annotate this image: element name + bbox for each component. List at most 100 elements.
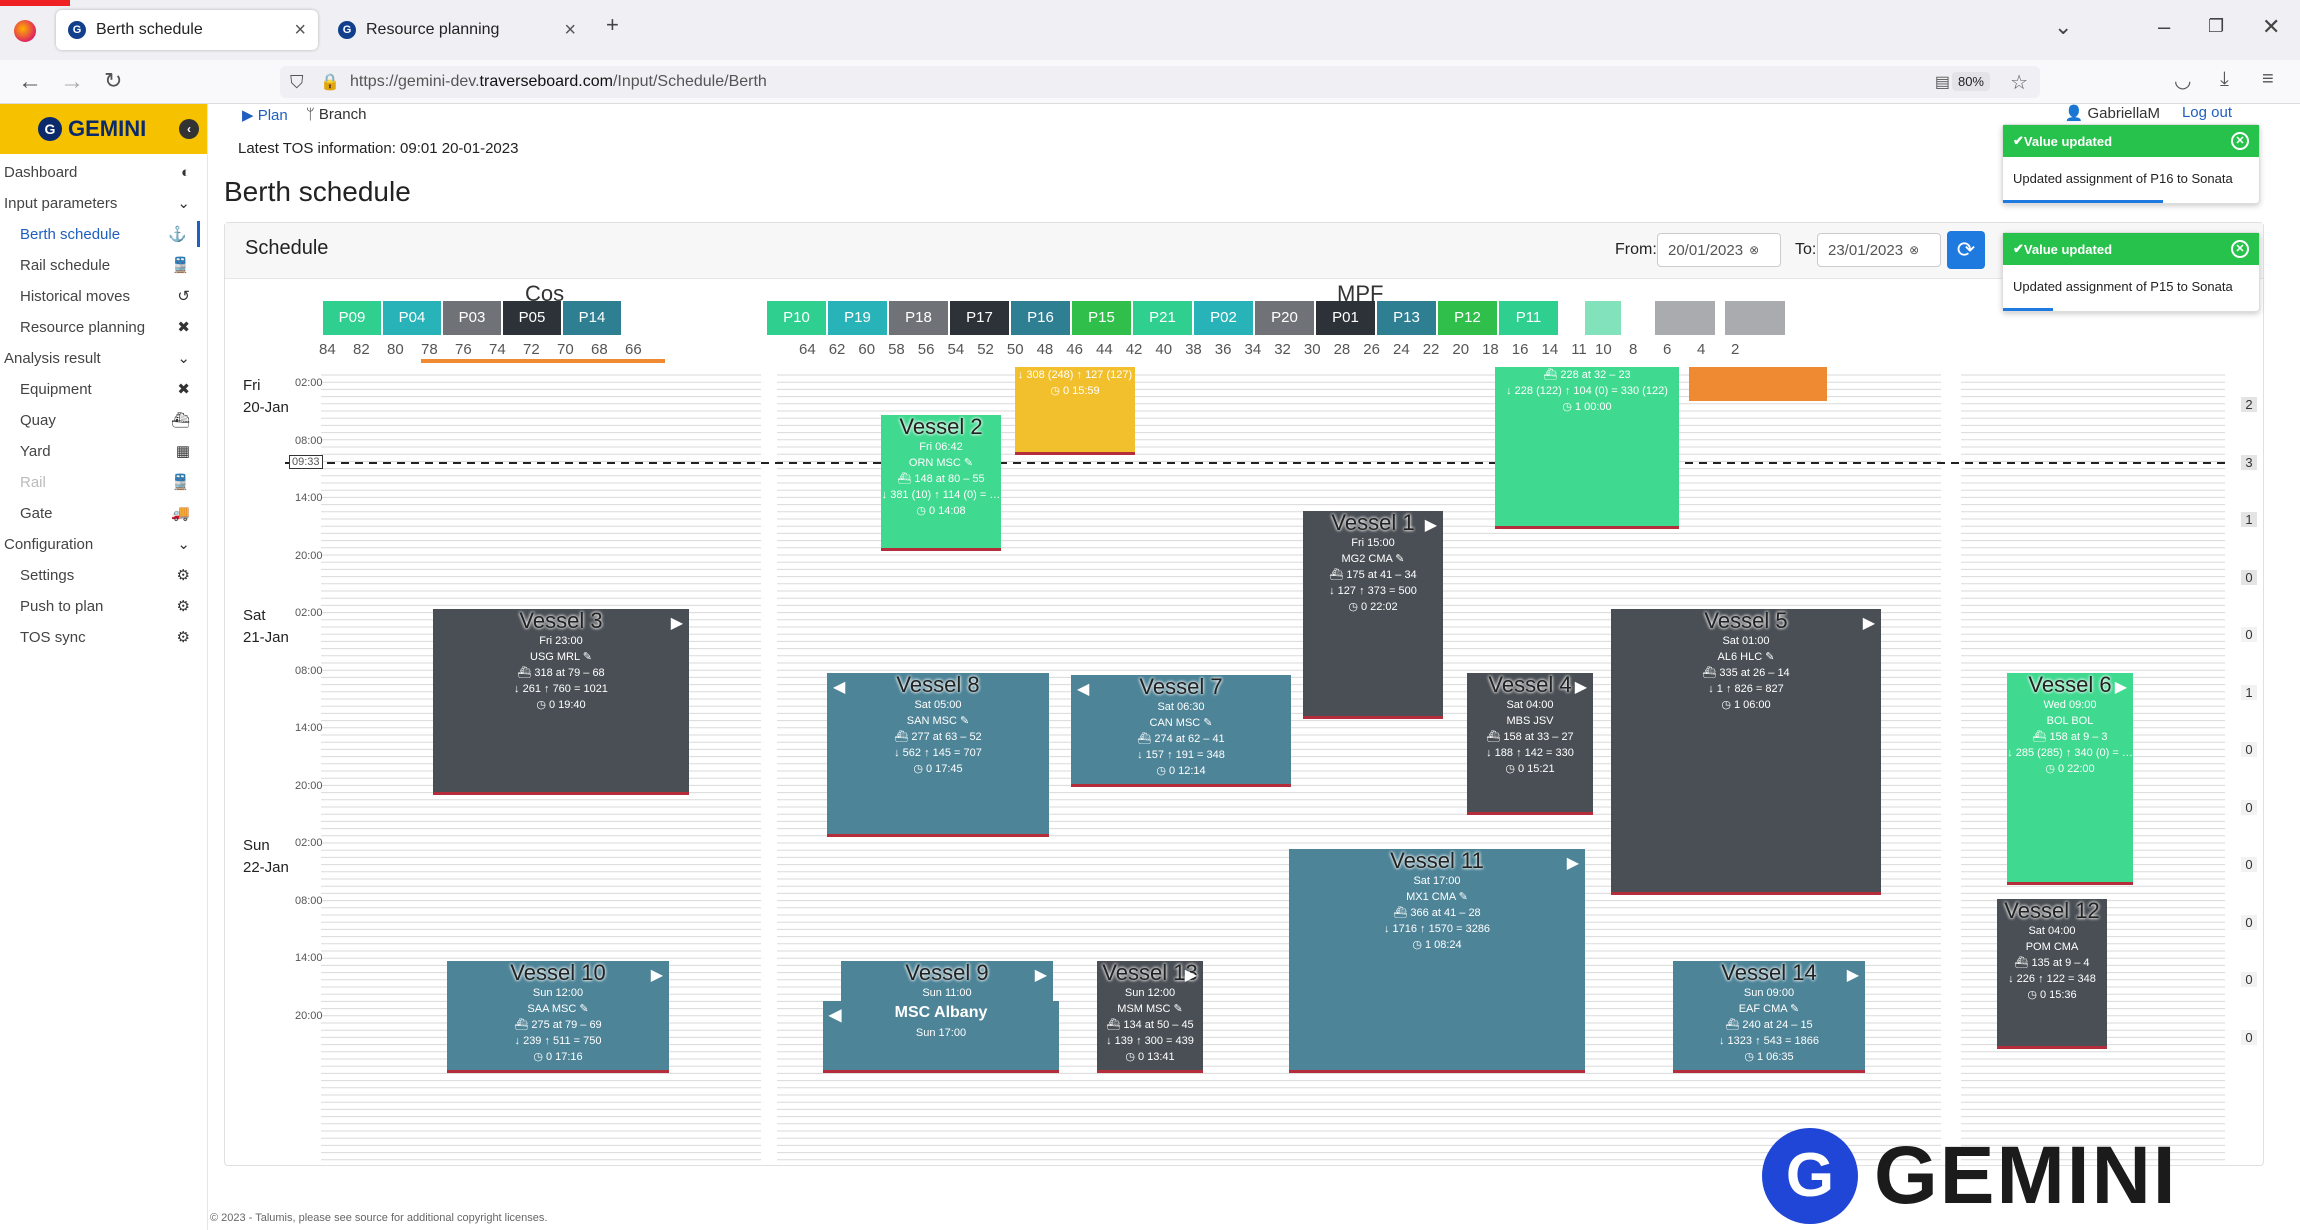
vessel-vessel-6[interactable]: Vessel 6 ▶ Wed 09:00 BOL BOL ⛴ 158 at 9 – 3 ↓… (2007, 673, 2133, 885)
toast-close-icon[interactable]: ✕ (2231, 132, 2249, 150)
sidebar-item-gate[interactable]: Gate 🚚 (0, 500, 200, 526)
close-tab-icon[interactable]: × (564, 19, 576, 42)
vessel-vessel-13[interactable]: Vessel 13 ▶ Sun 12:00 MSM MSC ✎ ⛴ 134 at 50 … (1097, 961, 1203, 1073)
vessel-vessel-2[interactable]: Vessel 2 Fri 06:42 ORN MSC ✎ ⛴ 148 at 80 – … (881, 415, 1001, 551)
vessel-msc-albany[interactable]: MSC Albany ◀ Sun 17:00 (823, 1001, 1059, 1073)
sidebar-item-push-to-plan[interactable]: Push to plan ⚙ (0, 593, 200, 619)
schedule-card: Schedule From: 20/01/2023 ⊗ To: 23/01/202… (224, 222, 2264, 1166)
sidebar-item-rail[interactable]: Rail 🚆 (0, 469, 200, 495)
play-right-icon[interactable]: ▶ (1575, 676, 1587, 700)
play-right-icon[interactable]: ▶ (1567, 852, 1579, 876)
minimize-icon[interactable]: – (2158, 14, 2170, 40)
plan-button[interactable]: ▶ Plan (242, 106, 288, 124)
play-left-icon[interactable]: ◀ (1077, 678, 1089, 702)
vessel-vessel-12[interactable]: Vessel 12 Sat 04:00 POM CMA ⛴ 135 at 9 – 4 ↓… (1997, 899, 2107, 1049)
collapse-sidebar-icon[interactable]: ‹ (179, 119, 199, 139)
play-right-icon[interactable]: ▶ (651, 964, 663, 988)
vessel-block[interactable]: ⛴ 228 at 32 – 23 ↓ 228 (122) ↑ 104 (0) = … (1495, 367, 1679, 529)
sidebar-item-resource-planning[interactable]: Resource planning ✖ (0, 314, 200, 340)
toast-value-updated-1[interactable]: ✔ Value updated ✕ Updated assignment of P… (2002, 124, 2260, 204)
clear-icon[interactable]: ⊗ (1749, 243, 1759, 257)
close-window-icon[interactable]: ✕ (2262, 14, 2280, 40)
vessel-vessel-8[interactable]: Vessel 8 ◀ Sat 05:00 SAN MSC ✎ ⛴ 277 at 63 –… (827, 673, 1049, 837)
restore-icon[interactable]: ❐ (2208, 16, 2224, 37)
vessel-vessel-10[interactable]: Vessel 10 ▶ Sun 12:00 SAA MSC ✎ ⛴ 275 at 79 … (447, 961, 669, 1073)
tab-list-icon[interactable]: ⌄ (2054, 14, 2072, 40)
url-bar[interactable]: ⛉ 🔒 https://gemini-dev. traverseboard.com… (280, 66, 2040, 98)
sidebar-item-equipment[interactable]: Equipment ✖ (0, 376, 200, 402)
vessel-name: Vessel 13 (1102, 961, 1198, 985)
sidebar-item-label: Analysis result (4, 349, 101, 367)
vessel-block[interactable]: ↓ 308 (248) ↑ 127 (127) ◷ 0 15:59 (1015, 367, 1135, 455)
vessel-vessel-11[interactable]: Vessel 11 ▶ Sat 17:00 MX1 CMA ✎ ⛴ 366 at 41 … (1289, 849, 1585, 1073)
play-right-icon[interactable]: ▶ (1185, 964, 1197, 988)
sidebar-item-yard[interactable]: Yard ▦ (0, 438, 200, 464)
vessel-info-line: ↓ 381 (10) ↑ 114 (0) = … (881, 489, 1001, 501)
to-date-input[interactable]: 23/01/2023 ⊗ (1817, 233, 1941, 267)
play-right-icon[interactable]: ▶ (1863, 612, 1875, 636)
new-tab-button[interactable]: + (606, 12, 619, 38)
day-date: 21-Jan (243, 629, 289, 646)
sidebar-item-quay[interactable]: Quay ⛴ (0, 407, 200, 433)
clear-icon[interactable]: ⊗ (1909, 243, 1919, 257)
browser-nav-bar: ← → ↻ ⛉ 🔒 https://gemini-dev. traverseboa… (0, 60, 2300, 104)
play-left-icon[interactable]: ◀ (833, 676, 845, 700)
play-right-icon[interactable]: ▶ (1425, 514, 1437, 538)
sidebar-item-input-parameters[interactable]: Input parameters ⌄ (0, 190, 200, 216)
shield-icon[interactable]: ⛉ (290, 72, 304, 93)
tab-berth-schedule[interactable]: G Berth schedule × (56, 10, 318, 50)
play-right-icon[interactable]: ▶ (2115, 676, 2127, 700)
pocket-icon[interactable]: ◡ (2174, 68, 2191, 93)
sidebar-item-settings[interactable]: Settings ⚙ (0, 562, 200, 588)
play-right-icon[interactable]: ▶ (1847, 964, 1859, 988)
tab-resource-planning[interactable]: G Resource planning × (326, 10, 588, 50)
toast-close-icon[interactable]: ✕ (2231, 240, 2249, 258)
reload-icon[interactable]: ↻ (104, 68, 122, 94)
sidebar-item-configuration[interactable]: Configuration ⌄ (0, 531, 200, 557)
vessel-block-orange[interactable] (1689, 367, 1827, 401)
toast-progress (2003, 308, 2053, 311)
zoom-level[interactable]: 80% (1951, 72, 1990, 91)
back-icon[interactable]: ← (18, 68, 42, 96)
bookmark-star-icon[interactable]: ☆ (2010, 70, 2028, 95)
sidebar-item-rail-schedule[interactable]: Rail schedule 🚆 (0, 252, 200, 278)
sidebar-item-historical-moves[interactable]: Historical moves ↺ (0, 283, 200, 309)
download-icon[interactable]: ⤓ (2220, 68, 2229, 91)
reader-view-icon[interactable]: ▤ (1935, 72, 1950, 92)
logout-link[interactable]: Log out (2182, 104, 2232, 121)
sidebar-item-analysis-result[interactable]: Analysis result ⌄ (0, 345, 200, 371)
close-tab-icon[interactable]: × (294, 19, 306, 42)
play-left-icon[interactable]: ◀ (829, 1004, 841, 1028)
mode-buttons: ▶ Plan ᛘ Branch (242, 106, 366, 124)
vessel-vessel-5[interactable]: Vessel 5 ▶ Sat 01:00 AL6 HLC ✎ ⛴ 335 at 26 –… (1611, 609, 1881, 895)
lock-icon[interactable]: 🔒 (320, 72, 340, 92)
vessel-vessel-3[interactable]: Vessel 3 ▶ Fri 23:00 USG MRL ✎ ⛴ 318 at 79 –… (433, 609, 689, 795)
vessel-header: Vessel 11 ▶ (1289, 849, 1585, 873)
vessel-vessel-4[interactable]: Vessel 4 ▶ Sat 04:00 MBS JSV ⛴ 158 at 33 – 2… (1467, 673, 1593, 815)
vessel-vessel-14[interactable]: Vessel 14 ▶ Sun 09:00 EAF CMA ✎ ⛴ 240 at 24 … (1673, 961, 1865, 1073)
user-name[interactable]: 👤 GabriellaM (2065, 104, 2160, 122)
play-right-icon[interactable]: ▶ (1035, 964, 1047, 988)
vessel-info-line: ↓ 139 ↑ 300 = 439 (1106, 1035, 1194, 1047)
vessel-vessel-1[interactable]: Vessel 1 ▶ Fri 15:00 MG2 CMA ✎ ⛴ 175 at 41 –… (1303, 511, 1443, 719)
firefox-icon[interactable] (14, 20, 36, 42)
gemini-favicon-icon: G (68, 21, 86, 39)
vessel-header: Vessel 5 ▶ (1611, 609, 1881, 633)
play-right-icon[interactable]: ▶ (671, 612, 683, 636)
day-date: 22-Jan (243, 859, 289, 876)
sidebar-item-label: Configuration (4, 535, 94, 553)
vessel-vessel-7[interactable]: Vessel 7 ◀ Sat 06:30 CAN MSC ✎ ⛴ 274 at 62 –… (1071, 675, 1291, 787)
brand-header[interactable]: G GEMINI ‹ (0, 104, 207, 154)
toast-title: Value updated (2023, 241, 2113, 257)
vessel-info-line: ◷ 1 00:00 (1562, 401, 1612, 413)
vessel-info-line: BOL BOL (2046, 715, 2094, 727)
branch-button[interactable]: ᛘ Branch (306, 106, 367, 124)
sidebar-item-dashboard[interactable]: Dashboard ◐ (0, 159, 200, 185)
sidebar-item-tos-sync[interactable]: TOS sync ⚙ (0, 624, 200, 650)
toast-value-updated-2[interactable]: ✔ Value updated ✕ Updated assignment of P… (2002, 232, 2260, 312)
menu-icon[interactable]: ≡ (2262, 68, 2274, 91)
refresh-button[interactable]: ⟳ (1947, 231, 1985, 269)
sidebar-item-berth-schedule[interactable]: Berth schedule ⚓ (0, 221, 200, 247)
from-date-input[interactable]: 20/01/2023 ⊗ (1657, 233, 1781, 267)
forward-icon[interactable]: → (60, 68, 84, 96)
